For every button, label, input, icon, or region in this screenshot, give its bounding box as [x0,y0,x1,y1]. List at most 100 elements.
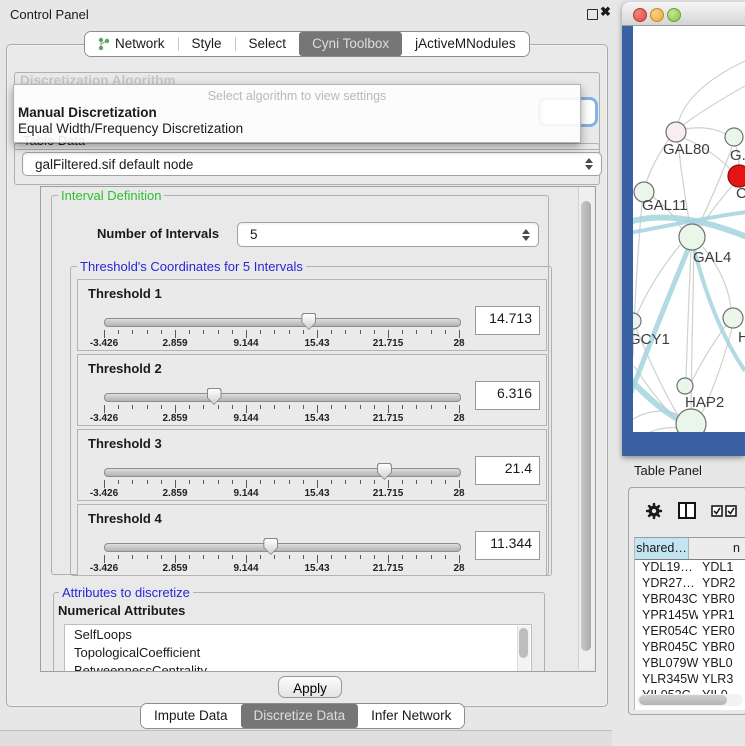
threshold-value-field[interactable]: 6.316 [475,381,540,410]
settings-scrollbar-thumb[interactable] [581,201,591,651]
tab-jactivemnodules[interactable]: jActiveMNodules [402,32,529,56]
network-node-g.[interactable] [725,128,743,146]
close-icon[interactable]: ✖ [600,4,611,20]
tab-impute-data[interactable]: Impute Data [141,704,241,728]
table-row[interactable]: YER054CYER0 [635,624,745,640]
traffic-light-zoom-icon[interactable] [667,8,681,22]
traffic-light-close-icon[interactable] [633,8,647,22]
network-node-gal80[interactable] [666,122,686,142]
network-edge[interactable] [685,128,726,134]
slider-tick-label: 9.144 [233,338,258,349]
list-scrollbar-thumb[interactable] [519,628,528,658]
apply-button[interactable]: Apply [278,676,342,698]
table-cell[interactable]: YER054C [635,624,698,640]
slider-tick-label: 9.144 [233,488,258,499]
slider-tick [161,330,162,334]
network-node-gal4[interactable] [679,224,705,250]
slider-tick [203,555,204,559]
select-columns-checkboxes-icon[interactable] [711,504,737,522]
algorithm-option-1[interactable]: Manual Discretization [18,105,157,120]
table-cell[interactable]: YDR27… [635,576,698,592]
network-node-h[interactable] [723,308,743,328]
column-header-1[interactable]: shared… [635,538,689,559]
attributes-group-label: Attributes to discretize [59,585,193,600]
table-cell[interactable]: YDR2 [698,576,745,592]
table-horizontal-scrollbar[interactable] [637,694,743,706]
table-cell[interactable]: YLR3 [698,672,745,688]
slider-tick [459,555,460,563]
threshold-value-field[interactable]: 21.4 [475,456,540,485]
slider-track[interactable] [104,318,461,327]
table-row[interactable]: YLR345WYLR3 [635,672,745,688]
slider-thumb[interactable] [263,538,278,555]
network-canvas[interactable]: GAL80G.CGAL11GAL4GCY1HHAP2 [633,26,745,432]
node-label: GCY1 [633,331,670,348]
list-scrollbar[interactable] [517,626,530,672]
slider-thumb[interactable] [301,313,316,330]
network-edge[interactable] [683,86,745,125]
tab-infer-network[interactable]: Infer Network [358,704,464,728]
network-node-c[interactable] [728,165,745,187]
table-cell[interactable]: YLR345W [635,672,698,688]
table-cell[interactable]: YBR045C [635,640,698,656]
table-hscroll-thumb[interactable] [639,695,727,705]
float-window-icon[interactable] [587,9,598,20]
slider-tick [104,330,105,338]
network-edge[interactable] [692,325,726,381]
table-row[interactable]: YPR145WYPR1 [635,608,745,624]
network-window-titlebar[interactable] [622,2,745,26]
slider-thumb[interactable] [207,388,222,405]
gear-icon[interactable] [645,502,663,525]
slider-tick [218,330,219,334]
traffic-light-minimize-icon[interactable] [650,8,664,22]
table-row[interactable]: YDR27…YDR2 [635,576,745,592]
tab-discretize-data[interactable]: Discretize Data [241,704,359,728]
table-cell[interactable]: YBR0 [698,640,745,656]
attribute-item[interactable]: SelfLoops [65,625,531,643]
network-node-hap2[interactable] [677,378,693,394]
slider-tick [445,555,446,559]
settings-scrollbar[interactable] [578,187,594,669]
table-cell[interactable]: YDL19… [635,560,698,576]
slider-thumb[interactable] [377,463,392,480]
attribute-item[interactable]: TopologicalCoefficient [65,643,531,661]
attribute-item[interactable]: BetweennessCentrality [65,661,531,672]
table-row[interactable]: YBR043CYBR0 [635,592,745,608]
table-data-value: galFiltered.sif default node [35,157,193,172]
tab-network[interactable]: Network [85,32,178,56]
table-cell[interactable]: YBR0 [698,592,745,608]
algorithm-option-2[interactable]: Equal Width/Frequency Discretization [18,121,243,136]
split-columns-icon[interactable] [678,502,696,519]
table-cell[interactable]: YPR145W [635,608,698,624]
slider-track[interactable] [104,468,461,477]
table-cell[interactable]: YDL1 [698,560,745,576]
tab-select[interactable]: Select [236,32,300,56]
tab-label: jActiveMNodules [415,36,516,51]
slider-tick [360,555,361,559]
slider-tick [388,330,389,338]
tab-cyni-toolbox[interactable]: Cyni Toolbox [299,32,402,56]
table-cell[interactable]: YBR043C [635,592,698,608]
table-cell[interactable]: YBL079W [635,656,698,672]
slider-tick [232,555,233,559]
table-cell[interactable]: YBL0 [698,656,745,672]
slider-track[interactable] [104,543,461,552]
table-data-combobox[interactable]: galFiltered.sif default node [22,152,602,176]
table-row[interactable]: YBL079WYBL0 [635,656,745,672]
slider-tick [402,405,403,409]
slider-track[interactable] [104,393,461,402]
table-cell[interactable]: YPR1 [698,608,745,624]
network-node-node-bottom[interactable] [676,409,706,432]
slider-tick [189,480,190,484]
table-row[interactable]: YBR045CYBR0 [635,640,745,656]
column-header-2[interactable]: n [689,538,745,559]
threshold-value-field[interactable]: 11.344 [475,531,540,560]
table-cell[interactable]: YER0 [698,624,745,640]
threshold-value-field[interactable]: 14.713 [475,306,540,335]
table-row[interactable]: YDL19…YDL1 [635,560,745,576]
number-of-intervals-spinner[interactable]: 5 [237,222,539,247]
slider-tick [459,480,460,488]
network-edge[interactable] [686,250,691,378]
tab-style[interactable]: Style [179,32,235,56]
network-node-gcy1[interactable] [633,313,641,329]
